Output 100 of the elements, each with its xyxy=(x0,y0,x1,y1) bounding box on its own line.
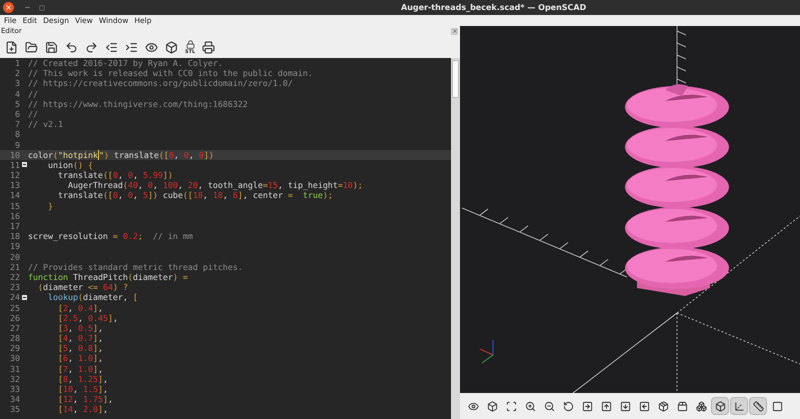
window-title: Auger-threads_becek.scad* — OpenSCAD xyxy=(401,2,586,14)
minimize-icon xyxy=(24,4,30,11)
code-line: // Provides standard metric thread pitches. xyxy=(27,262,243,272)
code-line: [2, 0.4], xyxy=(56,302,103,313)
line-number: 20 xyxy=(10,252,20,262)
cube-icon xyxy=(165,40,178,54)
line-number: 24 xyxy=(10,292,20,302)
view-front-icon xyxy=(658,400,668,412)
code-line: [12, 1.75], xyxy=(56,394,113,404)
zoom-in-icon xyxy=(524,400,536,412)
code-line: union() { xyxy=(46,160,93,170)
line-number: 27 xyxy=(10,322,20,334)
preview-icon xyxy=(468,400,478,412)
line-number: 8 xyxy=(15,129,20,140)
line-number: 30 xyxy=(10,353,20,364)
ruler-icon xyxy=(752,400,764,412)
view-top-icon xyxy=(600,400,612,412)
line-number: 29 xyxy=(10,343,20,354)
code-line: screw_resolution = 0.2; // in mm xyxy=(27,231,193,242)
zoom-out-icon xyxy=(544,400,554,412)
code-line: // This work is released with CC0 into the public domain. xyxy=(27,68,313,78)
code-line: [8, 1.25], xyxy=(56,374,108,384)
line-number: 1 xyxy=(15,58,20,68)
code-line: // Created 2016-2017 by Ryan A. Colyer. xyxy=(27,58,223,68)
line-number: 12 xyxy=(10,170,20,180)
code-line: [4, 0.7], xyxy=(56,333,103,344)
perspective-icon xyxy=(696,400,706,412)
code-line: [7, 1.0], xyxy=(56,364,103,374)
line-number: 11 xyxy=(10,160,20,170)
file-plus-icon xyxy=(5,40,18,54)
code-line: // https://www.thingiverse.com/thing:1686322 xyxy=(27,98,248,109)
code-line: [3, 0.5], xyxy=(56,322,103,334)
redo-icon xyxy=(85,40,98,54)
undo-icon xyxy=(65,40,78,54)
code-line: } xyxy=(46,200,53,211)
scrollbar[interactable] xyxy=(451,58,460,419)
code-line: translate([0, 0, 5.99]) xyxy=(56,170,173,180)
close-icon xyxy=(452,28,458,34)
line-number: 22 xyxy=(10,272,20,282)
code-line: // v2.1 xyxy=(27,119,63,130)
view-back-icon xyxy=(676,400,688,412)
indent-icon xyxy=(125,40,138,54)
line-number: 35 xyxy=(10,404,20,415)
line-number: 33 xyxy=(10,384,20,394)
unindent-icon xyxy=(105,40,118,54)
code-line: // https://creativecommons.org/publicdomain/zero/1.0/ xyxy=(27,78,293,89)
line-number: 17 xyxy=(10,221,20,232)
code-line: color("hotpink") translate([0, 0, 0]) xyxy=(27,150,214,160)
code-line: [10, 1.5], xyxy=(56,384,108,394)
close-button[interactable] xyxy=(3,2,14,13)
code-line: (diameter <= 64) ? xyxy=(36,282,128,292)
line-number: 4 xyxy=(15,88,20,99)
line-number: 13 xyxy=(10,180,20,190)
code-line: // xyxy=(27,88,38,99)
code-line: // xyxy=(27,108,38,120)
line-number: 10 xyxy=(10,150,20,160)
fold-marker-icon[interactable] xyxy=(22,162,26,168)
edges-icon xyxy=(772,400,782,412)
line-number: 2 xyxy=(15,68,20,78)
close-button[interactable] xyxy=(451,28,458,34)
save-icon xyxy=(45,40,58,54)
orientation-gizmo-drawing xyxy=(480,340,494,364)
line-number: 15 xyxy=(10,200,20,211)
view-bottom-icon xyxy=(620,400,630,412)
line-number: 3 xyxy=(15,78,20,89)
line-number: 19 xyxy=(10,241,20,252)
code-line: [6, 1.0], xyxy=(56,353,103,364)
view-right-icon xyxy=(582,400,592,412)
line-number: 16 xyxy=(10,210,20,221)
show-axes-button[interactable] xyxy=(730,397,748,415)
line-number: 18 xyxy=(10,231,20,242)
line-number: 5 xyxy=(15,98,20,109)
code-line: [14, 2.0], xyxy=(56,404,108,415)
folder-icon xyxy=(25,40,38,54)
fold-marker-icon[interactable] xyxy=(22,294,26,300)
view-left-icon xyxy=(638,400,650,412)
line-number: 21 xyxy=(10,262,20,272)
code-line: [2.5, 0.45], xyxy=(56,312,118,323)
cube-icon xyxy=(486,400,498,412)
line-number: 6 xyxy=(15,108,20,120)
scale-markers-button[interactable] xyxy=(749,397,767,415)
preview-icon xyxy=(145,40,158,54)
view-all-icon xyxy=(506,400,516,412)
close-icon xyxy=(5,4,12,11)
line-number: 32 xyxy=(10,374,20,384)
line-number: 9 xyxy=(15,140,20,150)
line-number: 34 xyxy=(10,394,20,404)
orthogonal-button[interactable] xyxy=(711,397,729,415)
orthogonal-icon xyxy=(714,400,726,412)
line-number: 25 xyxy=(10,302,20,313)
code-line: function ThreadPitch(diameter) = xyxy=(27,272,188,282)
code-line: [5, 0.8], xyxy=(56,343,103,354)
printer-icon xyxy=(202,40,216,54)
axes-icon xyxy=(734,400,744,412)
code-line: lookup(diameter, [ xyxy=(46,292,138,302)
line-number: 14 xyxy=(10,190,20,201)
line-number: 31 xyxy=(10,364,20,374)
code-line: translate([0, 0, 5]) cube([18, 18, 6], center = true); xyxy=(56,190,333,201)
code-line: AugerThread(40, 0, 100, 20, tooth_angle=15, tip_height=10); xyxy=(66,180,363,190)
reset-view-icon xyxy=(562,400,574,412)
